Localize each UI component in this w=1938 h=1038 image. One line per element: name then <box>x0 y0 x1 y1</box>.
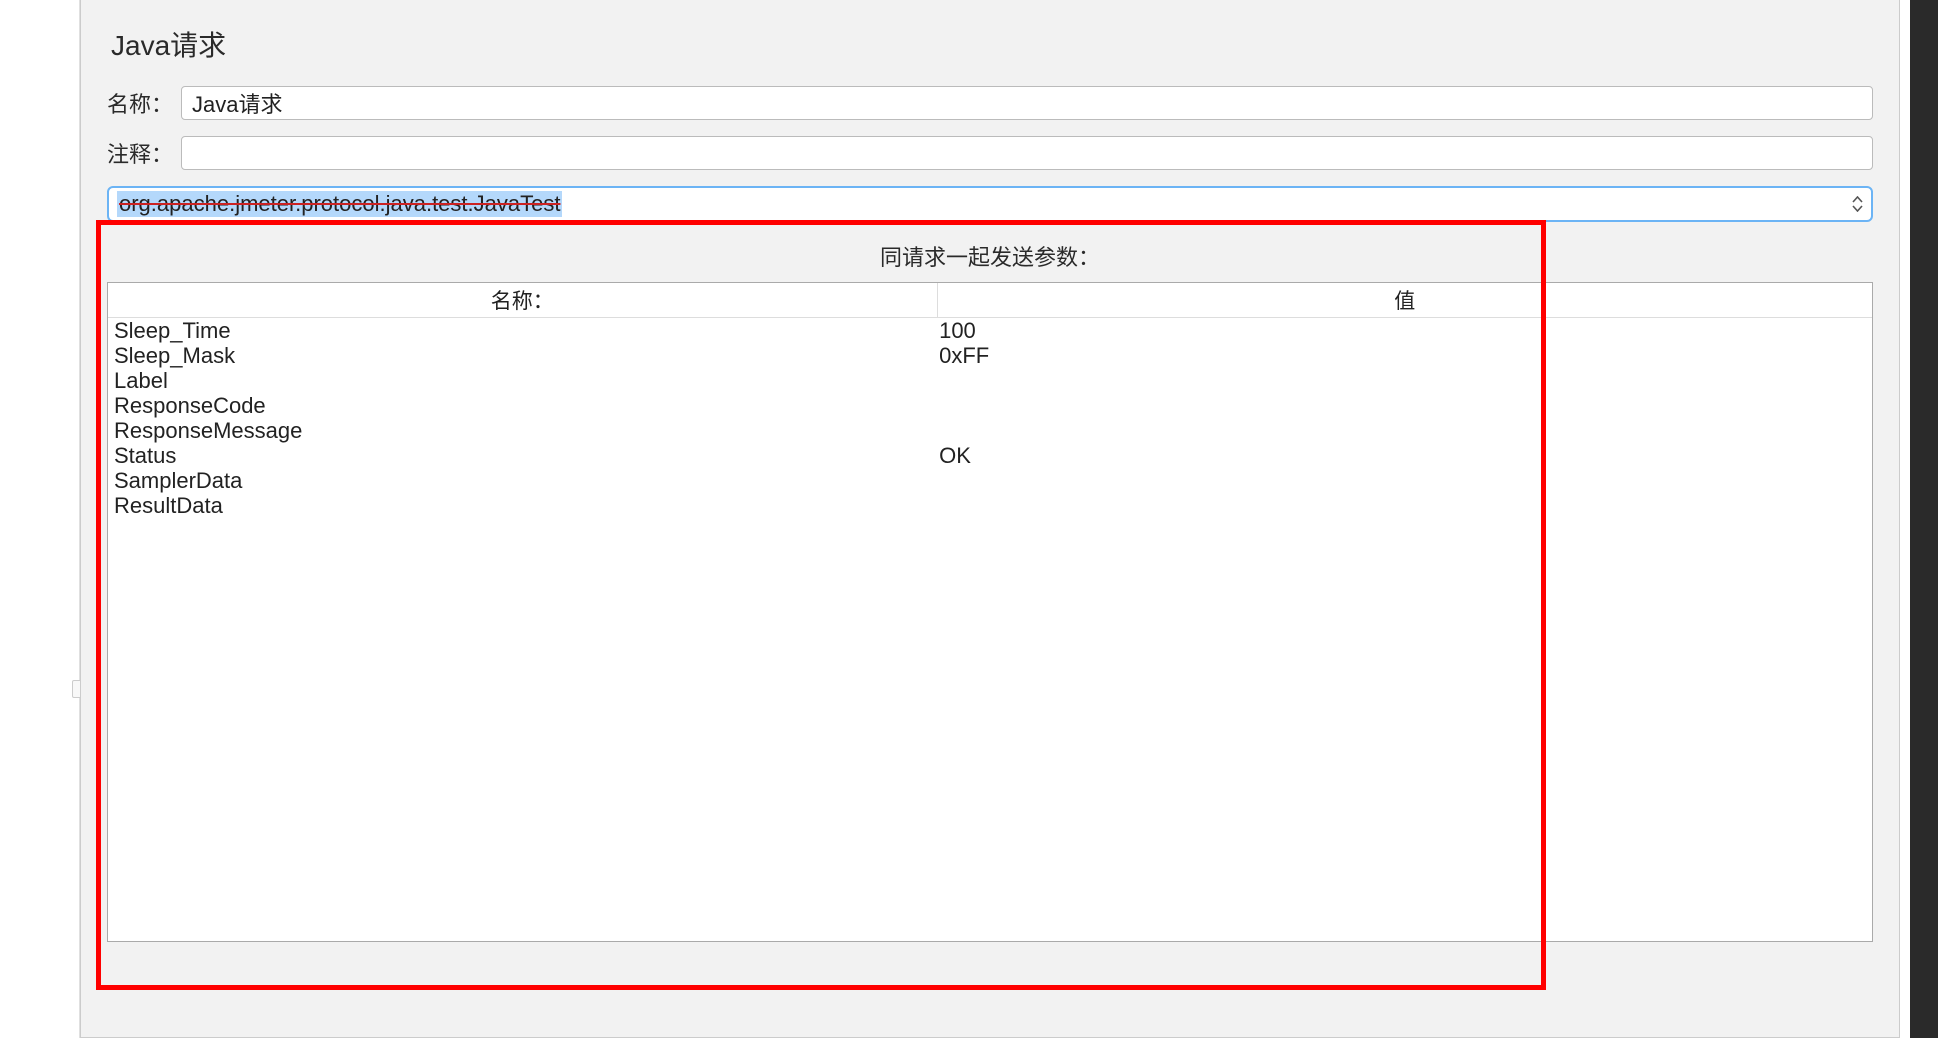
param-name-cell[interactable]: ResultData <box>108 493 937 518</box>
panel-title: Java请求 <box>111 24 1877 64</box>
column-header-name[interactable]: 名称： <box>108 283 937 318</box>
param-name-cell[interactable]: ResponseMessage <box>108 418 937 443</box>
param-value-cell[interactable]: OK <box>937 443 1872 468</box>
name-row: 名称： <box>103 86 1877 120</box>
table-row[interactable]: StatusOK <box>108 443 1872 468</box>
comment-label: 注释： <box>107 137 181 169</box>
comment-input[interactable] <box>181 136 1873 170</box>
param-name-cell[interactable]: Sleep_Mask <box>108 343 937 368</box>
param-value-cell[interactable] <box>937 368 1872 393</box>
classname-value: org.apache.jmeter.protocol.java.test.Jav… <box>117 191 562 217</box>
name-label: 名称： <box>107 87 181 119</box>
param-name-cell[interactable]: SamplerData <box>108 468 937 493</box>
table-row[interactable]: Sleep_Time100 <box>108 318 1872 344</box>
chevron-up-down-icon <box>1852 196 1863 212</box>
parameters-table-container: 名称： 值 Sleep_Time100Sleep_Mask0xFFLabelRe… <box>107 282 1873 942</box>
param-value-cell[interactable] <box>937 393 1872 418</box>
param-value-cell[interactable]: 100 <box>937 318 1872 344</box>
right-dark-strip <box>1910 0 1938 1038</box>
table-row[interactable]: ResponseCode <box>108 393 1872 418</box>
java-request-panel: Java请求 名称： 注释： org.apache.jmeter.protoco… <box>95 0 1885 1037</box>
table-row[interactable]: Label <box>108 368 1872 393</box>
table-row[interactable]: Sleep_Mask0xFF <box>108 343 1872 368</box>
param-value-cell[interactable] <box>937 418 1872 443</box>
table-row[interactable]: ResultData <box>108 493 1872 518</box>
param-value-cell[interactable]: 0xFF <box>937 343 1872 368</box>
name-input[interactable] <box>181 86 1873 120</box>
table-row[interactable]: ResponseMessage <box>108 418 1872 443</box>
param-name-cell[interactable]: Status <box>108 443 937 468</box>
comment-row: 注释： <box>103 136 1877 170</box>
classname-combo-wrap: org.apache.jmeter.protocol.java.test.Jav… <box>107 186 1873 222</box>
editor-outer-panel: Java请求 名称： 注释： org.apache.jmeter.protoco… <box>80 0 1900 1038</box>
classname-combo[interactable]: org.apache.jmeter.protocol.java.test.Jav… <box>107 186 1873 222</box>
table-row[interactable]: SamplerData <box>108 468 1872 493</box>
param-name-cell[interactable]: Sleep_Time <box>108 318 937 344</box>
column-header-value[interactable]: 值 <box>937 283 1872 318</box>
param-name-cell[interactable]: ResponseCode <box>108 393 937 418</box>
parameters-section-label: 同请求一起发送参数： <box>103 240 1877 272</box>
parameters-table[interactable]: 名称： 值 Sleep_Time100Sleep_Mask0xFFLabelRe… <box>108 283 1872 518</box>
left-gutter <box>0 0 80 1038</box>
param-value-cell[interactable] <box>937 493 1872 518</box>
param-name-cell[interactable]: Label <box>108 368 937 393</box>
param-value-cell[interactable] <box>937 468 1872 493</box>
